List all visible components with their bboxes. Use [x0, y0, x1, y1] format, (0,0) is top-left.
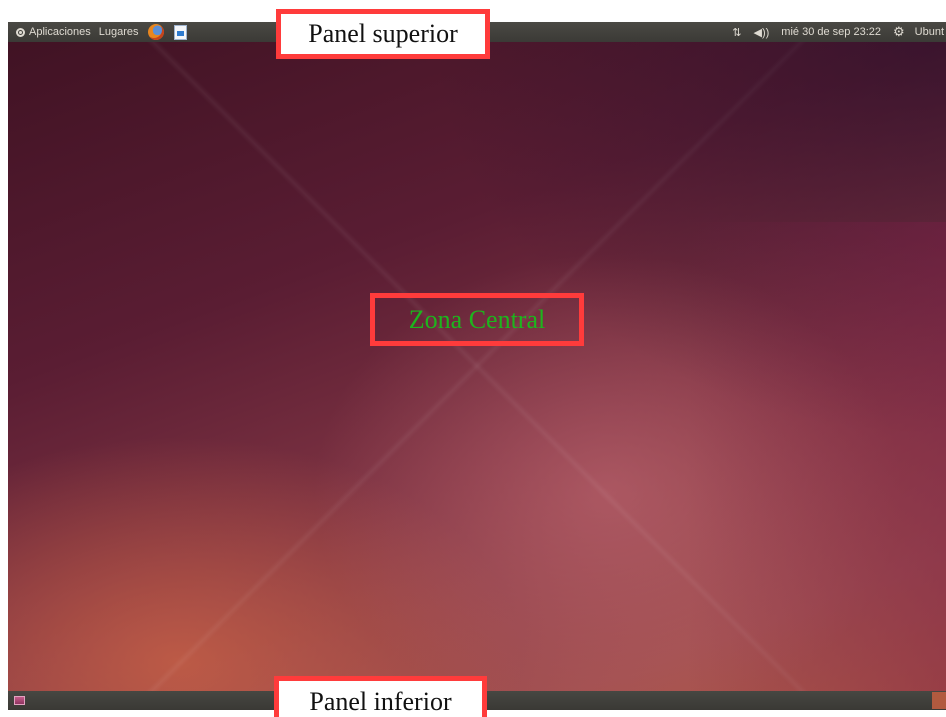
libreoffice-writer-icon[interactable]: [173, 24, 187, 40]
user-menu[interactable]: Ubunt: [911, 26, 946, 38]
places-menu-label: Lugares: [98, 26, 139, 38]
applications-menu-label: Aplicaciones: [29, 26, 91, 38]
top-panel-left: Aplicaciones Lugares: [8, 22, 192, 42]
annotation-central-zone: Zona Central: [370, 293, 584, 346]
network-icon[interactable]: ⇅: [726, 26, 747, 39]
applications-icon: [16, 27, 25, 37]
wallpaper-shade-right: [686, 222, 946, 710]
trash-icon[interactable]: [932, 692, 946, 709]
volume-icon[interactable]: ◀)): [748, 26, 776, 39]
annotation-top-panel: Panel superior: [276, 9, 490, 59]
annotation-bottom-panel-label: Panel inferior: [309, 687, 452, 716]
session-gear-icon[interactable]: ⚙: [887, 24, 911, 40]
clock[interactable]: mié 30 de sep 23:22: [775, 26, 887, 38]
places-menu[interactable]: Lugares: [95, 22, 143, 42]
applications-menu[interactable]: Aplicaciones: [12, 22, 95, 42]
desktop-wallpaper: [8, 22, 946, 710]
top-panel-tray: ⇅ ◀)) mié 30 de sep 23:22 ⚙ Ubunt: [726, 22, 946, 42]
annotation-top-panel-label: Panel superior: [308, 19, 458, 48]
firefox-icon[interactable]: [147, 24, 164, 40]
annotation-central-zone-label: Zona Central: [408, 304, 546, 334]
annotation-bottom-panel: Panel inferior: [274, 676, 487, 717]
show-desktop-icon[interactable]: [14, 696, 25, 705]
